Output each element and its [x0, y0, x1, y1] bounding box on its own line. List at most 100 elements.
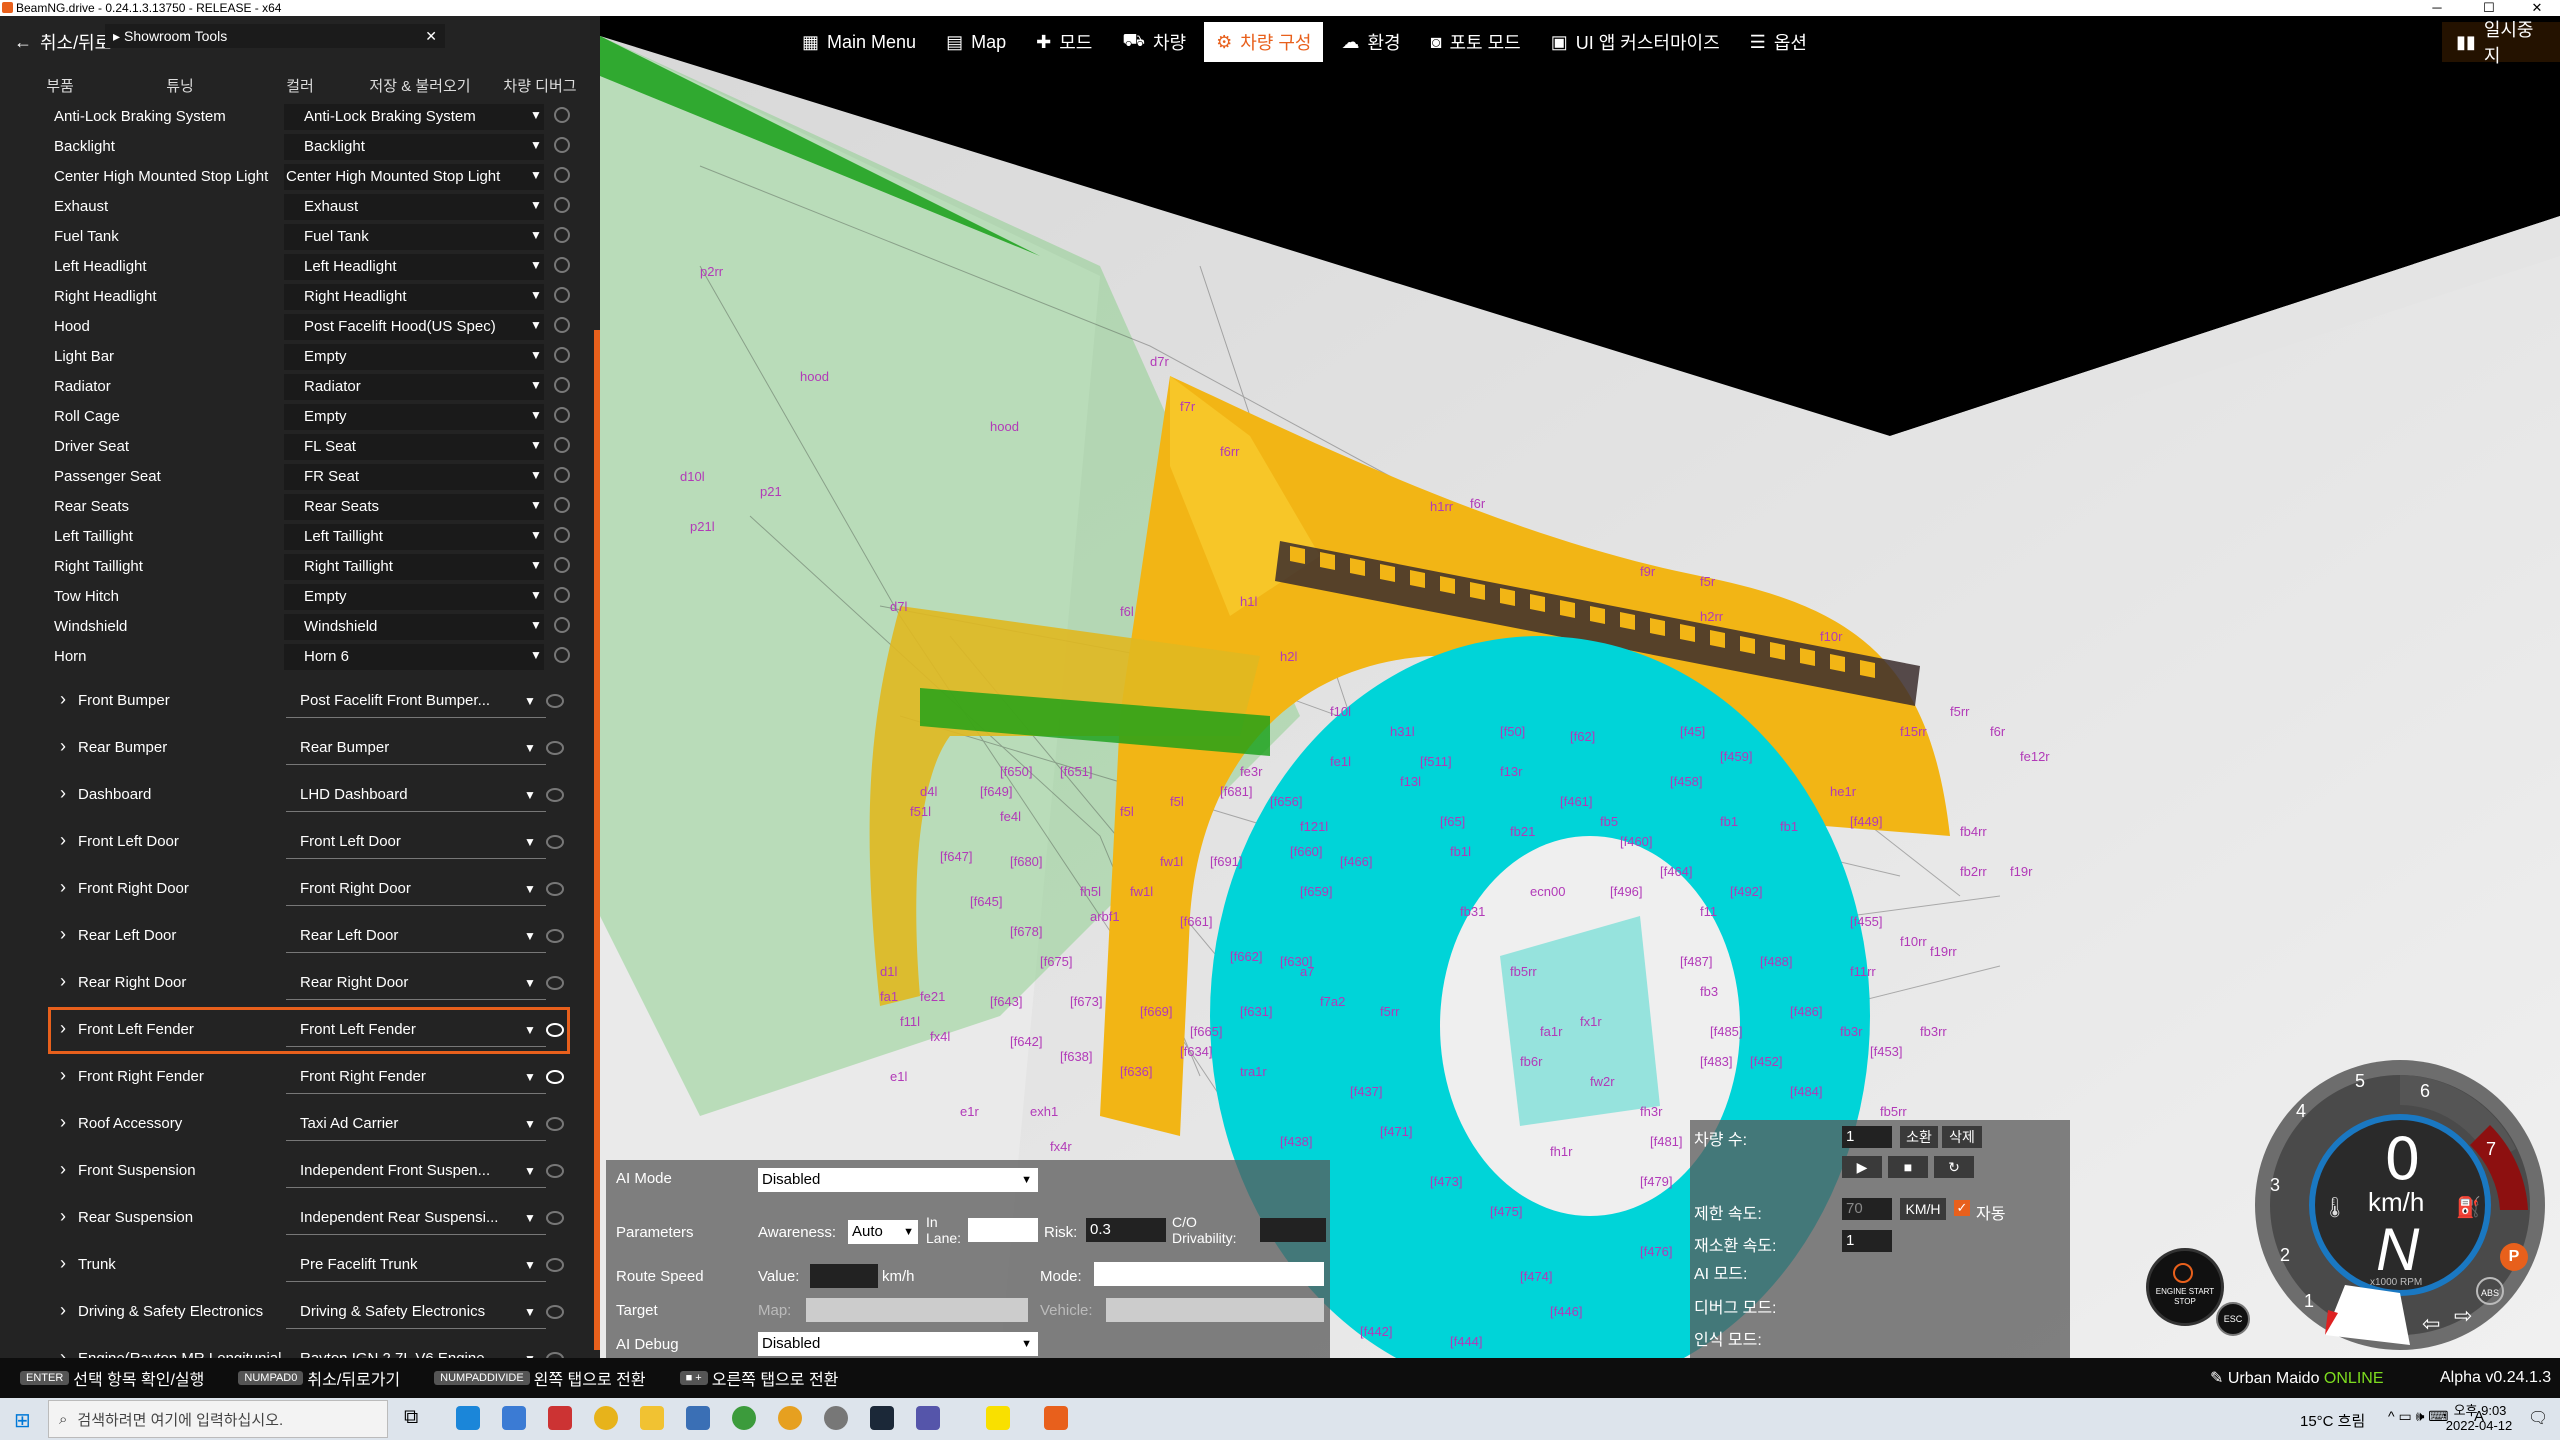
eye-icon[interactable] [554, 287, 570, 303]
chevron-down-icon[interactable]: ▼ [530, 618, 542, 632]
app-icon-9[interactable] [824, 1406, 848, 1430]
chevron-down-icon[interactable]: ▼ [530, 438, 542, 452]
eye-icon[interactable] [554, 407, 570, 423]
part-group-select[interactable]: Taxi Ad Carrier [286, 1107, 546, 1141]
part-select[interactable]: Empty [284, 404, 544, 430]
part-group-select[interactable]: Driving & Safety Electronics [286, 1295, 546, 1329]
part-group-row[interactable]: › Rear Left Door Rear Left Door ▼ [0, 913, 590, 960]
part-select[interactable]: Left Headlight [284, 254, 544, 280]
chevron-right-icon[interactable]: › [60, 1253, 66, 1274]
eye-icon[interactable] [554, 227, 570, 243]
part-group-row[interactable]: › Front Suspension Independent Front Suspe… [0, 1148, 590, 1195]
edge-icon[interactable] [456, 1406, 480, 1430]
part-select[interactable]: Empty [284, 344, 544, 370]
chevron-down-icon[interactable]: ▼ [524, 741, 536, 755]
chevron-right-icon[interactable]: › [60, 736, 66, 757]
part-select[interactable]: FL Seat [284, 434, 544, 460]
chevron-right-icon[interactable]: › [60, 924, 66, 945]
beamng-taskbar-icon[interactable] [1044, 1406, 1068, 1430]
tab-tuning[interactable]: 튜닝 [120, 72, 240, 102]
part-group-select[interactable]: Front Right Door [286, 872, 546, 906]
eye-icon[interactable] [554, 587, 570, 603]
eye-icon[interactable] [546, 1070, 564, 1084]
chevron-down-icon[interactable]: ▼ [524, 1164, 536, 1178]
spawn-button[interactable]: 소환 [1900, 1126, 1938, 1148]
chevron-down-icon[interactable]: ▼ [524, 1305, 536, 1319]
chevron-right-icon[interactable]: › [60, 1018, 66, 1039]
chevron-down-icon[interactable]: ▼ [530, 318, 542, 332]
minimize-button[interactable]: ─ [2414, 0, 2460, 16]
part-group-select[interactable]: Post Facelift Front Bumper... [286, 684, 546, 718]
eye-icon[interactable] [554, 107, 570, 123]
eye-icon[interactable] [546, 882, 564, 896]
chevron-right-icon[interactable]: › [60, 971, 66, 992]
part-group-select[interactable]: Independent Front Suspen... [286, 1154, 546, 1188]
chevron-down-icon[interactable]: ▼ [530, 588, 542, 602]
eye-icon[interactable] [554, 497, 570, 513]
awareness-select[interactable]: Auto ▼ [848, 1220, 918, 1244]
auto-checkbox[interactable]: ✓ [1954, 1200, 1970, 1216]
delete-button[interactable]: 삭제 [1942, 1126, 1982, 1148]
part-select[interactable]: FR Seat [284, 464, 544, 490]
tab-vehicle-debug[interactable]: 차량 디버그 [480, 72, 600, 102]
app-icon-11[interactable] [916, 1406, 940, 1430]
weather-status[interactable]: 15°C 흐림 [2300, 1410, 2365, 1431]
clock-date[interactable]: 2022-04-12 [2434, 1418, 2524, 1433]
eye-icon[interactable] [554, 197, 570, 213]
engine-start-stop-button[interactable]: ENGINE START STOP [2146, 1248, 2224, 1326]
chevron-down-icon[interactable]: ▼ [530, 168, 542, 182]
chevron-down-icon[interactable]: ▼ [530, 528, 542, 542]
menu-photo-mode[interactable]: ◙ 포토 모드 [1418, 22, 1533, 62]
play-button[interactable]: ▶ [1842, 1156, 1882, 1178]
eye-icon[interactable] [554, 617, 570, 633]
chevron-right-icon[interactable]: › [60, 877, 66, 898]
chrome-profile-icon[interactable] [732, 1406, 756, 1430]
pause-button[interactable]: ▮▮ 일시중지 [2442, 20, 2560, 66]
part-group-select[interactable]: Independent Rear Suspensi... [286, 1201, 546, 1235]
vehicle-count-input[interactable]: 1 [1842, 1126, 1892, 1148]
part-select[interactable]: Fuel Tank [284, 224, 544, 250]
eye-icon[interactable] [554, 347, 570, 363]
respawn-input[interactable]: 1 [1842, 1230, 1892, 1252]
ai-debug-select[interactable]: Disabled ▼ [758, 1332, 1038, 1356]
chevron-down-icon[interactable]: ▼ [524, 976, 536, 990]
chevron-right-icon[interactable]: › [60, 1112, 66, 1133]
part-group-row[interactable]: › Front Bumper Post Facelift Front Bumper.… [0, 678, 590, 725]
chevron-right-icon[interactable]: › [60, 1300, 66, 1321]
part-group-select[interactable]: Front Left Door [286, 825, 546, 859]
part-select[interactable]: Exhaust [284, 194, 544, 220]
chevron-right-icon[interactable]: › [60, 1159, 66, 1180]
menu-vehicles[interactable]: ⛟ 차량 [1110, 22, 1199, 62]
chevron-down-icon[interactable]: ▼ [524, 1023, 536, 1037]
part-select[interactable]: Empty [284, 584, 544, 610]
part-group-row[interactable]: › Dashboard LHD Dashboard ▼ [0, 772, 590, 819]
menu-environment[interactable]: ☁ 환경 [1329, 22, 1413, 62]
in-lane-input[interactable] [968, 1218, 1038, 1242]
unit-toggle-button[interactable]: KM/H [1900, 1198, 1946, 1220]
part-group-row[interactable]: › Front Left Door Front Left Door ▼ [0, 819, 590, 866]
menu-vehicle-config[interactable]: ⚙ 차량 구성 [1204, 22, 1324, 62]
chevron-right-icon[interactable]: › [60, 783, 66, 804]
eye-icon[interactable] [554, 647, 570, 663]
chevron-down-icon[interactable]: ▼ [524, 694, 536, 708]
blender-icon[interactable] [778, 1406, 802, 1430]
maximize-button[interactable]: ☐ [2466, 0, 2512, 16]
eye-icon[interactable] [546, 835, 564, 849]
mail-icon[interactable] [502, 1406, 526, 1430]
part-group-row[interactable]: › Rear Bumper Rear Bumper ▼ [0, 725, 590, 772]
route-mode-input[interactable] [1094, 1262, 1324, 1286]
chevron-down-icon[interactable]: ▼ [524, 835, 536, 849]
eye-icon[interactable] [554, 377, 570, 393]
eye-icon[interactable] [546, 1305, 564, 1319]
chevron-down-icon[interactable]: ▼ [524, 1258, 536, 1272]
chevron-down-icon[interactable]: ▼ [530, 228, 542, 242]
chrome-icon[interactable] [594, 1406, 618, 1430]
eye-icon[interactable] [554, 317, 570, 333]
close-window-button[interactable]: ✕ [2514, 0, 2560, 16]
part-select[interactable]: Windshield [284, 614, 544, 640]
chevron-down-icon[interactable]: ▼ [530, 348, 542, 362]
risk-input[interactable]: 0.3 [1086, 1218, 1166, 1242]
chevron-down-icon[interactable]: ▼ [530, 498, 542, 512]
back-button[interactable]: ← 취소/뒤로 [0, 22, 111, 62]
tab-color[interactable]: 컬러 [240, 72, 360, 102]
